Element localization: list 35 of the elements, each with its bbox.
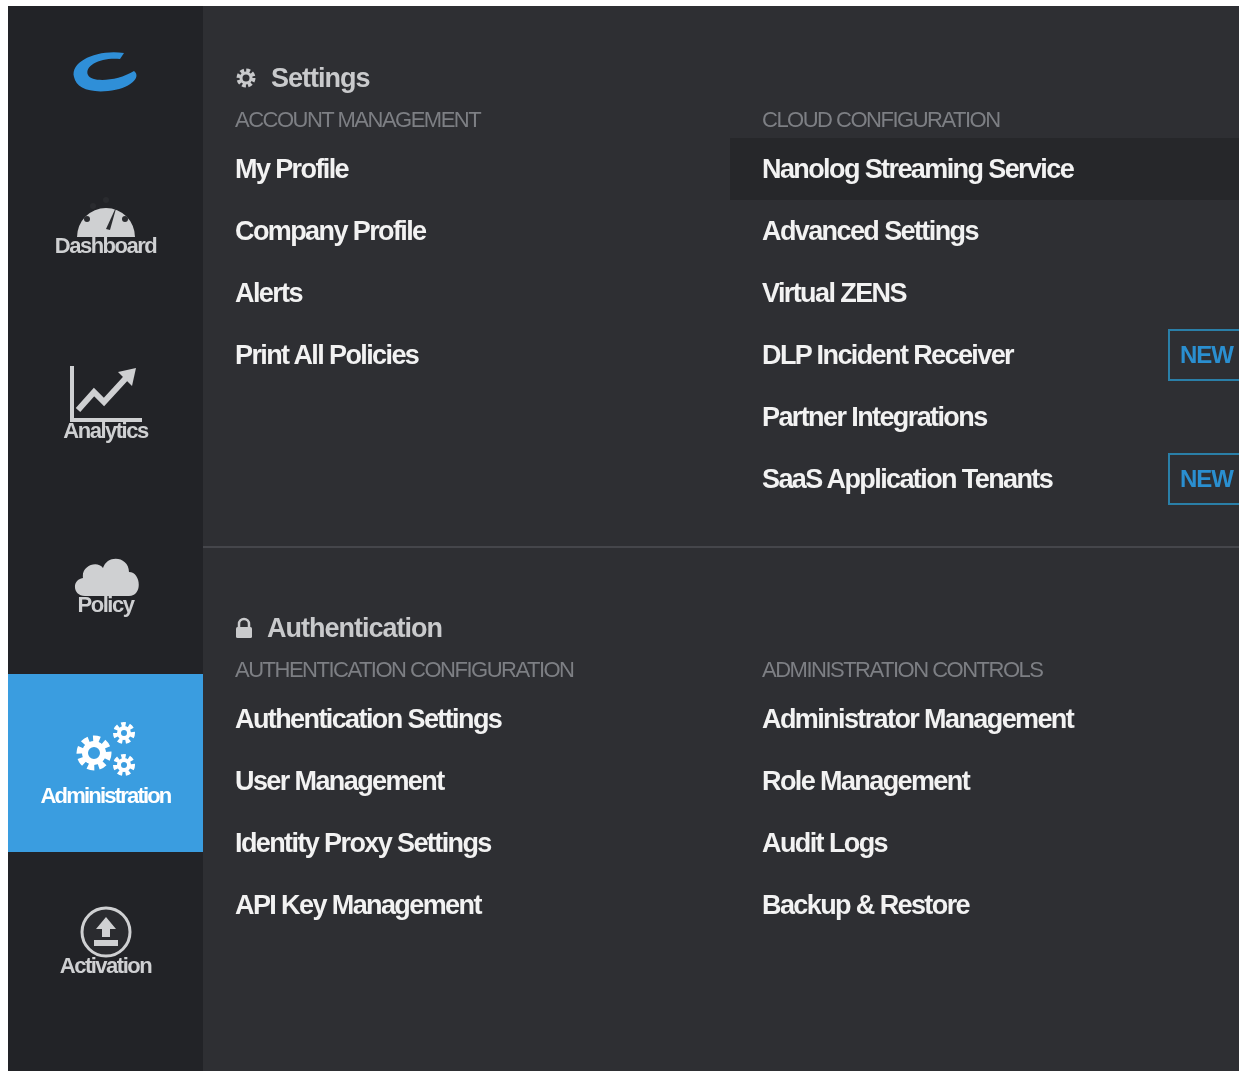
section-title: Authentication bbox=[267, 612, 442, 644]
menu-item[interactable]: Backup & Restore bbox=[762, 889, 969, 921]
menu-item[interactable]: Administrator Management bbox=[762, 703, 1074, 735]
menu-item[interactable]: My Profile bbox=[235, 153, 349, 185]
menu-item[interactable]: Identity Proxy Settings bbox=[235, 827, 491, 859]
group-heading: AUTHENTICATION CONFIGURATION bbox=[235, 656, 575, 684]
menu-item-highlight[interactable]: Nanolog Streaming Service bbox=[730, 138, 1239, 200]
menu-item[interactable]: Nanolog Streaming Service bbox=[762, 153, 1074, 185]
nav-item[interactable]: Policy bbox=[8, 494, 203, 674]
menu-item[interactable]: Advanced Settings bbox=[762, 215, 978, 247]
upload-icon bbox=[78, 905, 133, 959]
menu-item[interactable]: Alerts bbox=[235, 277, 302, 309]
lock-icon bbox=[235, 617, 253, 639]
menu-item[interactable]: Print All Policies bbox=[235, 339, 419, 371]
menu-item[interactable]: Authentication Settings bbox=[235, 703, 502, 735]
menu-item[interactable]: Partner Integrations bbox=[762, 401, 987, 433]
section-title: Settings bbox=[271, 62, 370, 94]
menu-item[interactable]: Audit Logs bbox=[762, 827, 887, 859]
menu-item[interactable]: SaaS Application Tenants bbox=[762, 463, 1053, 495]
new-badge: NEW bbox=[1168, 453, 1239, 505]
gear-icon bbox=[235, 67, 257, 89]
menu-item[interactable]: Company Profile bbox=[235, 215, 426, 247]
chart-icon bbox=[67, 364, 144, 424]
group-heading: ACCOUNT MANAGEMENT bbox=[235, 106, 482, 134]
group-heading: ADMINISTRATION CONTROLS bbox=[762, 656, 1044, 684]
group-heading: CLOUD CONFIGURATION bbox=[762, 106, 1001, 134]
nav-item[interactable]: Activation bbox=[8, 852, 203, 1032]
nav-item[interactable]: Analytics bbox=[8, 314, 203, 494]
menu-item[interactable]: Role Management bbox=[762, 765, 970, 797]
new-badge: NEW bbox=[1168, 329, 1239, 381]
menu-item[interactable]: API Key Management bbox=[235, 889, 481, 921]
menu-item[interactable]: DLP Incident Receiver bbox=[762, 339, 1013, 371]
menu-item[interactable]: User Management bbox=[235, 765, 444, 797]
menu-item[interactable]: Virtual ZENS bbox=[762, 277, 906, 309]
nav-item[interactable]: Dashboard bbox=[8, 134, 203, 314]
